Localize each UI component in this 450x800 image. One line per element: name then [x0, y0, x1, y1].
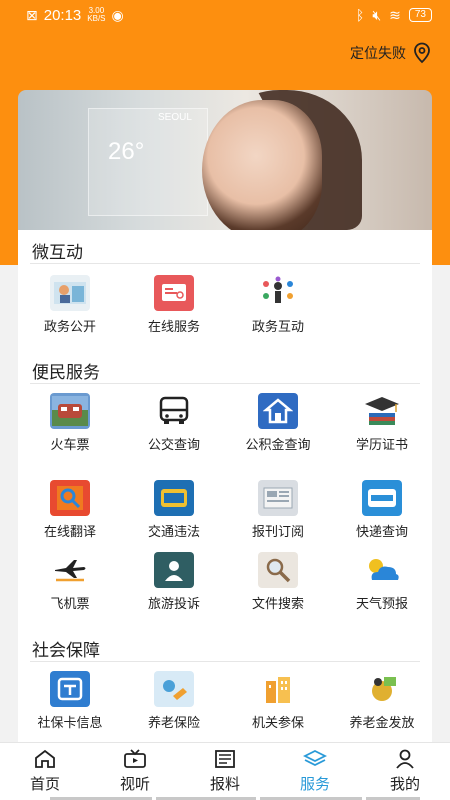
- service-express-query[interactable]: 快递查询: [330, 480, 432, 540]
- banner-temperature: 26°: [108, 138, 145, 165]
- item-label: 在线服务: [147, 319, 200, 334]
- notification-icon: ⊠: [26, 6, 38, 23]
- social-security-card-icon: [50, 671, 90, 707]
- train-ticket-icon: [50, 393, 90, 429]
- tab-video[interactable]: 视听: [90, 743, 180, 800]
- status-bar: ⊠ 20:13 3.00 KB/S ◉ ᛒ 🔇︎ ≋ 73: [0, 0, 450, 30]
- tab-mine[interactable]: 我的: [360, 743, 450, 800]
- traffic-violation-icon: [154, 480, 194, 516]
- section-title-social: 社会保障: [32, 641, 100, 660]
- express-query-icon: [362, 480, 402, 516]
- item-label: 快递查询: [355, 524, 408, 539]
- item-label: 公交查询: [147, 437, 200, 452]
- service-train-ticket[interactable]: 火车票: [18, 393, 122, 453]
- tab-service[interactable]: 服务: [270, 743, 360, 800]
- housing-fund-icon: [258, 393, 298, 429]
- file-search-icon: [258, 552, 298, 588]
- battery-indicator: 73: [408, 8, 432, 22]
- weather-widget-graphic: [88, 108, 208, 216]
- tab-label: 视听: [119, 776, 150, 793]
- service-pension-insurance[interactable]: 养老保险: [122, 671, 226, 731]
- item-label: 学历证书: [355, 437, 408, 452]
- bus-query-icon: [154, 393, 194, 429]
- education-certificate-icon: [362, 393, 402, 429]
- online-translate-icon: [50, 480, 90, 516]
- location-pin-icon: [414, 42, 430, 64]
- user-icon: [396, 749, 414, 769]
- service-online-service[interactable]: 在线服务: [122, 275, 226, 335]
- service-pension-payment[interactable]: 养老金发放: [330, 671, 432, 731]
- service-government-interaction[interactable]: 政务互动: [226, 275, 330, 335]
- item-label: 报刊订阅: [251, 524, 304, 539]
- status-time: 20:13: [43, 6, 82, 24]
- item-label: 公积金查询: [245, 437, 311, 452]
- service-flight-ticket[interactable]: 飞机票: [18, 552, 122, 612]
- tab-label: 报料: [209, 776, 240, 793]
- pension-payment-icon: [362, 671, 402, 707]
- item-label: 在线翻译: [43, 524, 96, 539]
- bluetooth-icon: ᛒ: [355, 7, 365, 23]
- section-title-convenience: 便民服务: [32, 363, 100, 382]
- item-label: 机关参保: [251, 715, 304, 730]
- tab-home[interactable]: 首页: [0, 743, 90, 800]
- service-institution-insurance[interactable]: 机关参保: [226, 671, 330, 731]
- section-divider: [30, 661, 420, 662]
- service-education-certificate[interactable]: 学历证书: [330, 393, 432, 453]
- services-card: 微互动 政务公开 在线服务 政务互动 便民服务 火车票 公交查询 公积金查询 学…: [18, 230, 432, 742]
- newspaper-subscribe-icon: [258, 480, 298, 516]
- mute-icon: 🔇︎: [372, 6, 382, 23]
- service-government-open[interactable]: 政务公开: [18, 275, 122, 335]
- service-newspaper-subscribe[interactable]: 报刊订阅: [226, 480, 330, 540]
- travel-complaint-icon: [154, 552, 194, 588]
- service-social-security-card[interactable]: 社保卡信息: [18, 671, 122, 731]
- item-label: 社保卡信息: [37, 715, 103, 730]
- item-label: 旅游投诉: [147, 596, 200, 611]
- service-bus-query[interactable]: 公交查询: [122, 393, 226, 453]
- item-label: 交通违法: [147, 524, 200, 539]
- service-layers-icon: [303, 749, 327, 767]
- service-file-search[interactable]: 文件搜索: [226, 552, 330, 612]
- item-label: 天气预报: [355, 596, 408, 611]
- item-label: 养老保险: [147, 715, 200, 730]
- location-label: 定位失败: [350, 45, 406, 61]
- weather-forecast-icon: [362, 552, 402, 588]
- section-title-micro: 微互动: [32, 243, 83, 262]
- tab-report[interactable]: 报料: [180, 743, 270, 800]
- service-weather-forecast[interactable]: 天气预报: [330, 552, 432, 612]
- government-interaction-icon: [258, 275, 298, 311]
- location-button[interactable]: 定位失败: [350, 42, 432, 64]
- tab-label: 我的: [389, 776, 420, 793]
- flight-ticket-icon: [50, 552, 90, 588]
- bottom-tab-bar: 首页 视听 报料 服务 我的: [0, 742, 450, 800]
- home-icon: [35, 749, 55, 768]
- report-icon: [215, 750, 235, 768]
- tab-label: 服务: [299, 776, 330, 793]
- service-travel-complaint[interactable]: 旅游投诉: [122, 552, 226, 612]
- government-open-icon: [50, 275, 90, 311]
- tab-label: 首页: [29, 776, 60, 793]
- service-online-translate[interactable]: 在线翻译: [18, 480, 122, 540]
- service-housing-fund[interactable]: 公积金查询: [226, 393, 330, 453]
- section-divider: [30, 263, 420, 264]
- banner-city: SEOUL: [158, 112, 192, 123]
- pension-insurance-icon: [154, 671, 194, 707]
- item-label: 火车票: [50, 437, 90, 452]
- institution-insurance-icon: [258, 671, 298, 707]
- item-label: 政务互动: [251, 319, 304, 334]
- item-label: 飞机票: [50, 596, 90, 611]
- banner-person-face: [202, 100, 322, 230]
- item-label: 政务公开: [43, 319, 96, 334]
- weibo-icon: ◉: [111, 6, 124, 23]
- section-divider: [30, 383, 420, 384]
- service-traffic-violation[interactable]: 交通违法: [122, 480, 226, 540]
- network-speed: 3.00 KB/S: [87, 6, 106, 23]
- item-label: 养老金发放: [349, 715, 415, 730]
- online-service-icon: [154, 275, 194, 311]
- video-icon: [124, 749, 146, 768]
- item-label: 文件搜索: [251, 596, 304, 611]
- banner-image[interactable]: SEOUL 26°: [18, 90, 432, 230]
- wifi-icon: ≋: [389, 6, 401, 23]
